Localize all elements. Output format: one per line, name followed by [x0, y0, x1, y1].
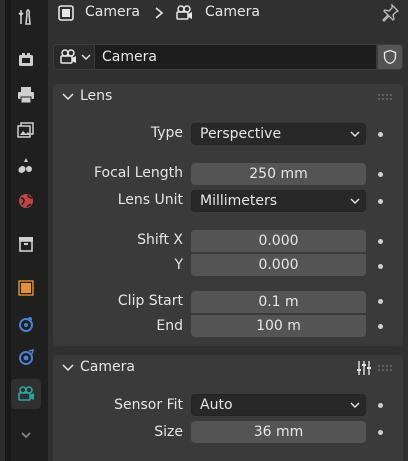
- shift-y-label: Y: [174, 257, 183, 273]
- keyframe-dot[interactable]: [378, 299, 383, 304]
- type-label: Type: [150, 125, 183, 141]
- physics-icon: [19, 348, 35, 365]
- drag-handle-icon[interactable]: [377, 93, 393, 101]
- type-dropdown[interactable]: Perspective: [191, 123, 366, 145]
- physics-tab[interactable]: [11, 343, 41, 373]
- chevron-down-icon: [62, 93, 74, 101]
- camera-name-field[interactable]: Camera: [95, 44, 377, 70]
- modifier-tab[interactable]: [11, 309, 41, 339]
- shift-x-label: Shift X: [137, 232, 183, 248]
- shift-x-field[interactable]: 0.000: [191, 230, 366, 252]
- collection-tab[interactable]: [11, 229, 41, 259]
- view-layer-icon: [17, 122, 34, 138]
- keyframe-dot[interactable]: [378, 403, 383, 408]
- chevron-down-icon: [21, 432, 31, 439]
- shift-y-field[interactable]: 0.000: [191, 254, 366, 276]
- sensor-size-field[interactable]: 36 mm: [191, 421, 366, 443]
- camera-data-icon: [176, 5, 192, 20]
- sensor-size-label: Size: [154, 424, 183, 440]
- camera-datablock-selector: Camera: [53, 44, 403, 70]
- lens-unit-label: Lens Unit: [117, 192, 183, 208]
- panel-title: Lens: [80, 88, 113, 104]
- keyframe-dot[interactable]: [378, 239, 383, 244]
- keyframe-dot[interactable]: [378, 264, 383, 269]
- keyframe-dot[interactable]: [378, 199, 383, 204]
- sensor-fit-dropdown[interactable]: Auto: [191, 394, 366, 416]
- keyframe-dot[interactable]: [378, 324, 383, 329]
- sidebar-edge: [0, 0, 6, 461]
- type-value: Perspective: [200, 126, 282, 142]
- render-tab[interactable]: [11, 45, 41, 75]
- shield-icon: [383, 49, 397, 65]
- clip-start-field[interactable]: 0.1 m: [191, 291, 366, 313]
- world-tab[interactable]: [11, 186, 41, 216]
- clip-start-label: Clip Start: [117, 293, 183, 309]
- scene-icon: [18, 158, 32, 173]
- property-tabs: [0, 0, 48, 461]
- output-icon: [18, 87, 34, 104]
- world-icon: [19, 194, 33, 208]
- view-layer-tab[interactable]: [11, 115, 41, 145]
- lens-unit-dropdown[interactable]: Millimeters: [191, 190, 366, 212]
- camera-panel-header[interactable]: Camera: [53, 355, 403, 381]
- scene-tab[interactable]: [11, 150, 41, 180]
- chevron-down-icon: [62, 364, 74, 372]
- chevron-down-icon: [350, 402, 360, 408]
- drag-handle-icon[interactable]: [377, 364, 393, 372]
- more-tabs-button[interactable]: [11, 420, 41, 450]
- object-tab[interactable]: [11, 273, 41, 303]
- camera-data-tab[interactable]: [11, 379, 41, 409]
- keyframe-dot[interactable]: [378, 430, 383, 435]
- lens-panel: Lens Type Perspective Focal Length 250 m…: [53, 84, 403, 346]
- camera-data-icon: [60, 49, 76, 64]
- breadcrumb-object: Camera: [85, 4, 140, 20]
- lens-panel-header[interactable]: Lens: [53, 84, 403, 110]
- lens-unit-value: Millimeters: [200, 193, 278, 209]
- clip-end-label: End: [156, 318, 183, 334]
- sensor-fit-label: Sensor Fit: [114, 397, 183, 413]
- modifier-icon: [19, 317, 33, 332]
- clip-end-field[interactable]: 100 m: [191, 315, 366, 337]
- chevron-down-icon: [350, 198, 360, 204]
- tool-tab[interactable]: [11, 2, 41, 32]
- breadcrumb: Camera Camera: [48, 0, 408, 28]
- chevron-down-icon: [81, 54, 91, 60]
- camera-object-icon: [58, 5, 74, 21]
- camera-data-icon: [18, 386, 34, 401]
- breadcrumb-data: Camera: [205, 4, 260, 20]
- output-tab[interactable]: [11, 80, 41, 110]
- properties-editor: Camera Camera Camera Lens Type Perspecti…: [48, 0, 408, 461]
- chevron-down-icon: [350, 131, 360, 137]
- focal-length-label: Focal Length: [93, 165, 183, 181]
- chevron-right-icon: [155, 7, 164, 19]
- tool-icon: [18, 9, 31, 25]
- keyframe-dot[interactable]: [378, 172, 383, 177]
- pin-icon[interactable]: [380, 3, 400, 23]
- object-icon: [18, 280, 34, 296]
- sensor-fit-value: Auto: [200, 397, 233, 413]
- panel-title: Camera: [80, 359, 135, 375]
- camera-panel: Camera Sensor Fit Auto Size 36 mm: [53, 355, 403, 461]
- collection-icon: [19, 237, 33, 252]
- render-icon: [19, 53, 33, 66]
- keyframe-dot[interactable]: [378, 132, 383, 137]
- focal-length-field[interactable]: 250 mm: [191, 163, 366, 185]
- browse-camera-button[interactable]: [53, 44, 95, 70]
- presets-icon[interactable]: [355, 359, 373, 377]
- fake-user-button[interactable]: [377, 44, 403, 70]
